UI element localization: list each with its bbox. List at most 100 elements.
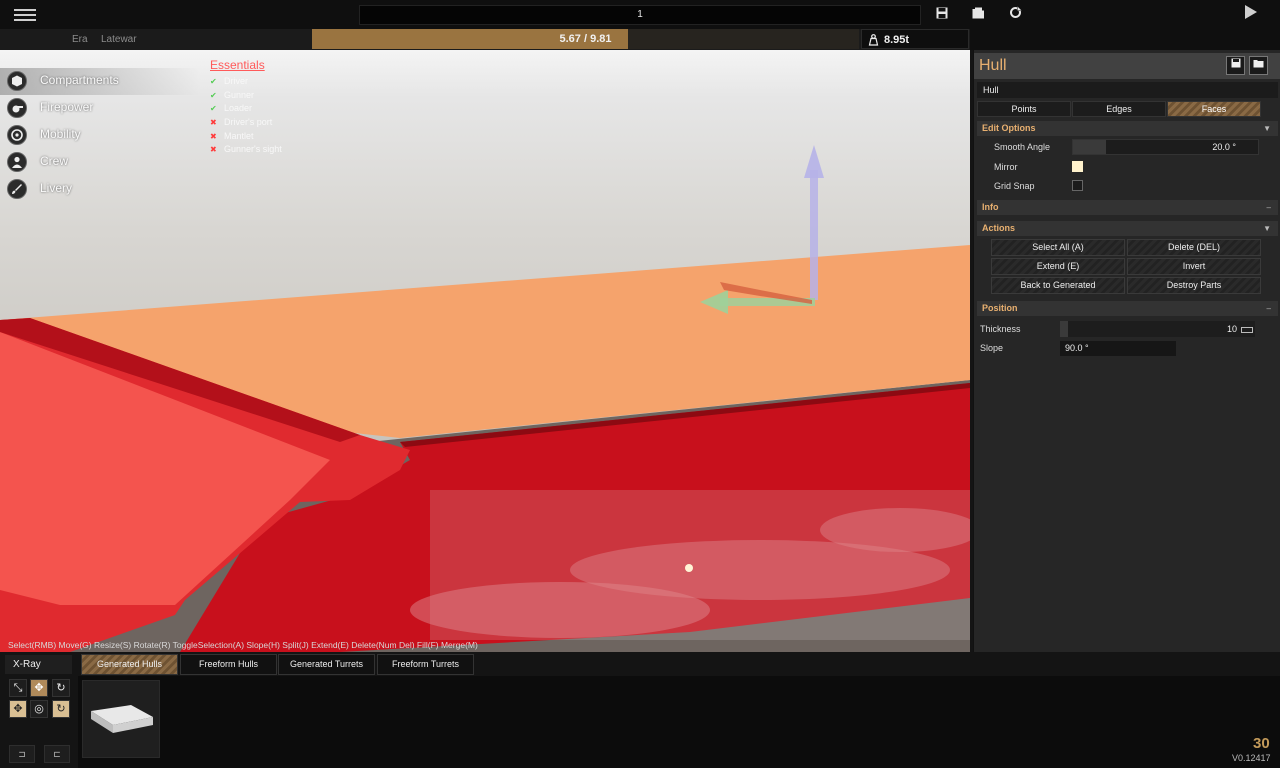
menu-item-firepower[interactable]: Firepower [0,95,200,122]
vehicle-name-field[interactable]: 1 [359,5,921,25]
thickness-label: Thickness [980,324,1021,334]
era-value[interactable]: Latewar [101,34,137,45]
menu-item-crew[interactable]: Crew [0,149,200,176]
thickness-slider[interactable]: 10 [1060,321,1255,337]
menu-item-livery[interactable]: Livery [0,176,200,203]
smooth-angle-value: 20.0 ° [1212,142,1236,152]
redo-icon[interactable]: ⊏ [44,745,70,763]
xray-toggle[interactable]: X-Ray [5,655,72,674]
check-icon: ✔ [210,104,217,114]
part-name-field[interactable]: Hull [977,82,1278,98]
save-icon [1231,58,1240,68]
grid-snap-label: Grid Snap [994,181,1035,191]
cross-icon: ✖ [210,145,217,155]
rotate-tool-icon[interactable]: ↻ [52,679,70,697]
section-edit-options[interactable]: Edit Options ▼ [977,121,1278,136]
weight-display: 8.95t [861,29,969,49]
menu-item-label: Firepower [40,100,94,114]
hull-panel: Hull Hull Points Edges Faces Edit Option… [973,50,1280,652]
folder-icon[interactable] [969,6,987,24]
mirror-label: Mirror [994,162,1018,172]
extend-button[interactable]: Extend (E) [991,258,1125,275]
scale-tool-icon[interactable]: ⤡ [9,679,27,697]
essentials-title: Essentials [210,58,265,72]
tab-freeform-hulls[interactable]: Freeform Hulls [180,654,277,675]
play-icon[interactable] [1244,4,1264,24]
bottom-bar: X-Ray ⤡ ✥ ↻ ✥ ◎ ↻ ⊐ ⊏ Generated Hulls Fr… [0,652,1280,768]
smooth-angle-slider[interactable]: 20.0 ° [1072,139,1259,155]
undo-icon[interactable]: ⊐ [9,745,35,763]
menu-item-mobility[interactable]: Mobility [0,122,200,149]
tab-generated-hulls[interactable]: Generated Hulls [81,654,178,675]
slope-input[interactable]: 90.0 ° [1060,341,1176,356]
save-part-button[interactable] [1226,56,1245,75]
category-menu: Compartments Firepower Mobility Crew Liv… [0,68,200,203]
save-icon[interactable] [933,6,951,24]
essentials-checklist: Essentials ✔ Driver ✔ Gunner ✔ Loader ✖ Driv… [210,58,282,157]
destroy-parts-button[interactable]: Destroy Parts [1127,277,1261,294]
thickness-value: 10 [1226,324,1237,334]
smooth-angle-fill [1073,140,1107,154]
tab-points[interactable]: Points [977,101,1071,117]
hull-preview-icon [91,705,153,733]
part-gallery [78,676,1280,768]
cannon-icon [7,98,27,118]
panel-header: Hull [974,53,1280,79]
compartment-icon [7,71,27,91]
unit-toggle-icon[interactable] [1241,327,1253,333]
rotate-large-tool-icon[interactable]: ↻ [52,700,70,718]
folder-icon [1253,60,1264,68]
essentials-item: ✔ Loader [210,102,282,116]
section-position[interactable]: Position – [977,301,1278,316]
tab-freeform-turrets[interactable]: Freeform Turrets [377,654,474,675]
menu-item-label: Compartments [40,73,119,87]
check-icon: ✔ [210,90,217,100]
fps-counter: 30 [1253,735,1270,752]
delete-button[interactable]: Delete (DEL) [1127,239,1261,256]
panel-title: Hull [979,57,1007,74]
section-info[interactable]: Info – [977,200,1278,215]
menu-item-compartments[interactable]: Compartments [0,68,200,95]
weight-icon [868,33,879,51]
chevron-down-icon: ▼ [1263,124,1271,133]
cross-icon: ✖ [210,131,217,141]
version-label: V0.12417 [1232,753,1271,763]
smooth-angle-label: Smooth Angle [994,142,1051,152]
essentials-item: ✖ Mantlet [210,130,282,144]
move-large-tool-icon[interactable]: ✥ [9,700,27,718]
tab-generated-turrets[interactable]: Generated Turrets [278,654,375,675]
menu-item-label: Mobility [40,127,81,141]
essentials-item: ✖ Driver's port [210,116,282,130]
brush-icon [7,179,27,199]
invert-button[interactable]: Invert [1127,258,1261,275]
select-all-button[interactable]: Select All (A) [991,239,1125,256]
load-part-button[interactable] [1249,56,1268,75]
mirror-checkbox[interactable] [1072,161,1083,172]
back-to-generated-button[interactable]: Back to Generated [991,277,1125,294]
hull-thumbnail[interactable] [82,680,160,758]
collapse-icon: – [1266,304,1271,313]
top-bar: 1 Era Latewar 5.67 / 9.81 8.95t [0,0,1280,50]
collapse-icon: – [1266,203,1271,212]
essentials-item: ✔ Driver [210,75,282,89]
menu-item-label: Crew [40,154,69,168]
tab-edges[interactable]: Edges [1072,101,1166,117]
refresh-icon[interactable] [1006,6,1024,24]
shortcut-hints: Select(RMB) Move(G) Resize(S) Rotate(R) … [8,640,478,650]
grid-snap-checkbox[interactable] [1072,180,1083,191]
essentials-item: ✔ Gunner [210,89,282,103]
slope-label: Slope [980,343,1004,353]
3d-viewport[interactable]: Compartments Firepower Mobility Crew Liv… [0,50,970,652]
check-icon: ✔ [210,77,217,86]
section-actions[interactable]: Actions ▼ [977,221,1278,236]
chevron-down-icon: ▼ [1263,224,1271,233]
cost-text: 5.67 / 9.81 [559,33,612,45]
tab-faces[interactable]: Faces [1167,101,1261,117]
scale-large-tool-icon[interactable]: ◎ [30,700,48,718]
cost-progress-bar: 5.67 / 9.81 [312,29,859,49]
cross-icon: ✖ [210,118,217,128]
menu-icon[interactable] [12,6,38,24]
vertex-marker[interactable] [685,564,693,572]
person-icon [7,152,27,172]
move-tool-icon[interactable]: ✥ [30,679,48,697]
